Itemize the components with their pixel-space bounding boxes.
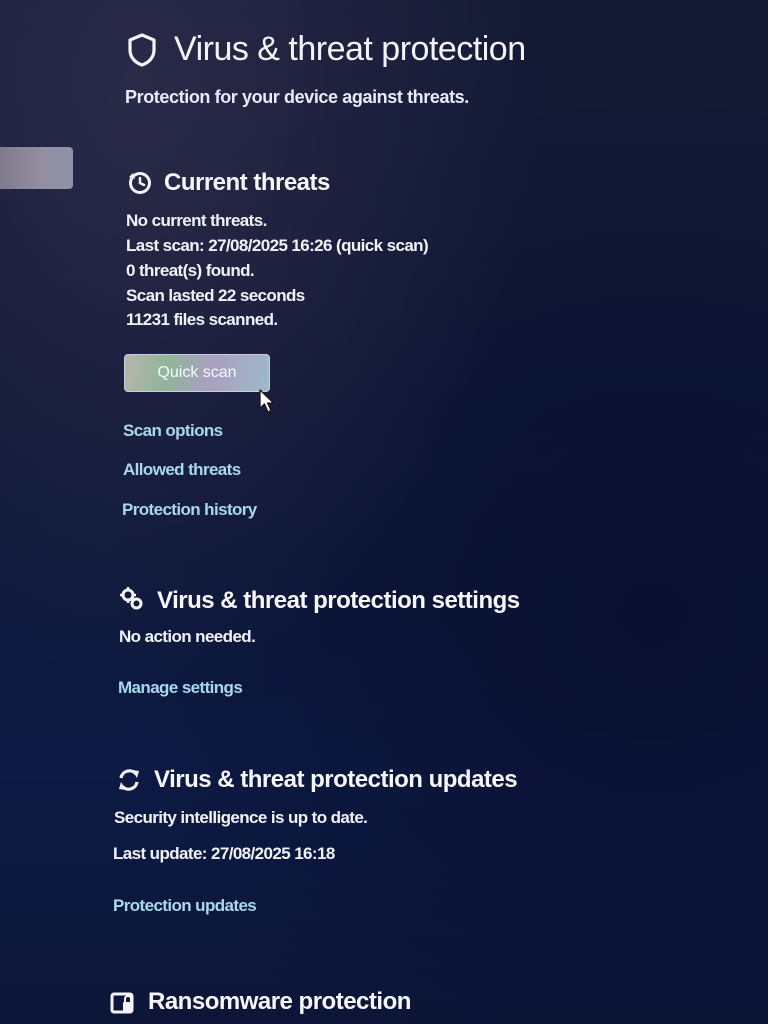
- current-threats-title: Current threats: [164, 169, 330, 196]
- sync-arrows-icon: [119, 769, 139, 791]
- ransomware-title: Ransomware protection: [148, 988, 411, 1015]
- page-title: Virus & threat protection: [174, 30, 526, 68]
- allowed-threats-link[interactable]: Allowed threats: [123, 460, 241, 480]
- threats-found-line: 0 threat(s) found.: [126, 261, 255, 280]
- settings-title: Virus & threat protection settings: [157, 587, 520, 614]
- last-scan-line: Last scan: 27/08/2025 16:26 (quick scan): [126, 236, 429, 255]
- updates-title: Virus & threat protection updates: [154, 766, 518, 793]
- protection-updates-link[interactable]: Protection updates: [113, 896, 257, 916]
- sidebar-selected-item[interactable]: [0, 147, 73, 189]
- quick-scan-button[interactable]: Quick scan: [124, 354, 270, 392]
- scan-options-link[interactable]: Scan options: [123, 421, 223, 441]
- last-update-line: Last update: 27/08/2025 16:18: [113, 844, 335, 863]
- files-scanned-line: 11231 files scanned.: [126, 310, 278, 329]
- page-subtitle: Protection for your device against threa…: [125, 87, 469, 107]
- protection-history-link[interactable]: Protection history: [122, 500, 257, 520]
- manage-settings-link[interactable]: Manage settings: [118, 678, 243, 698]
- settings-status: No action needed.: [119, 627, 256, 646]
- gears-icon: [120, 587, 143, 610]
- threat-status-line: No current threats.: [126, 211, 267, 230]
- shield-icon: [128, 33, 156, 67]
- quick-scan-label: Quick scan: [157, 364, 237, 381]
- mouse-pointer-icon: [259, 389, 275, 413]
- refresh-clock-icon: [129, 172, 151, 194]
- scan-duration-line: Scan lasted 22 seconds: [126, 286, 305, 305]
- ransomware-folder-icon: [110, 992, 134, 1014]
- updates-status: Security intelligence is up to date.: [114, 808, 368, 827]
